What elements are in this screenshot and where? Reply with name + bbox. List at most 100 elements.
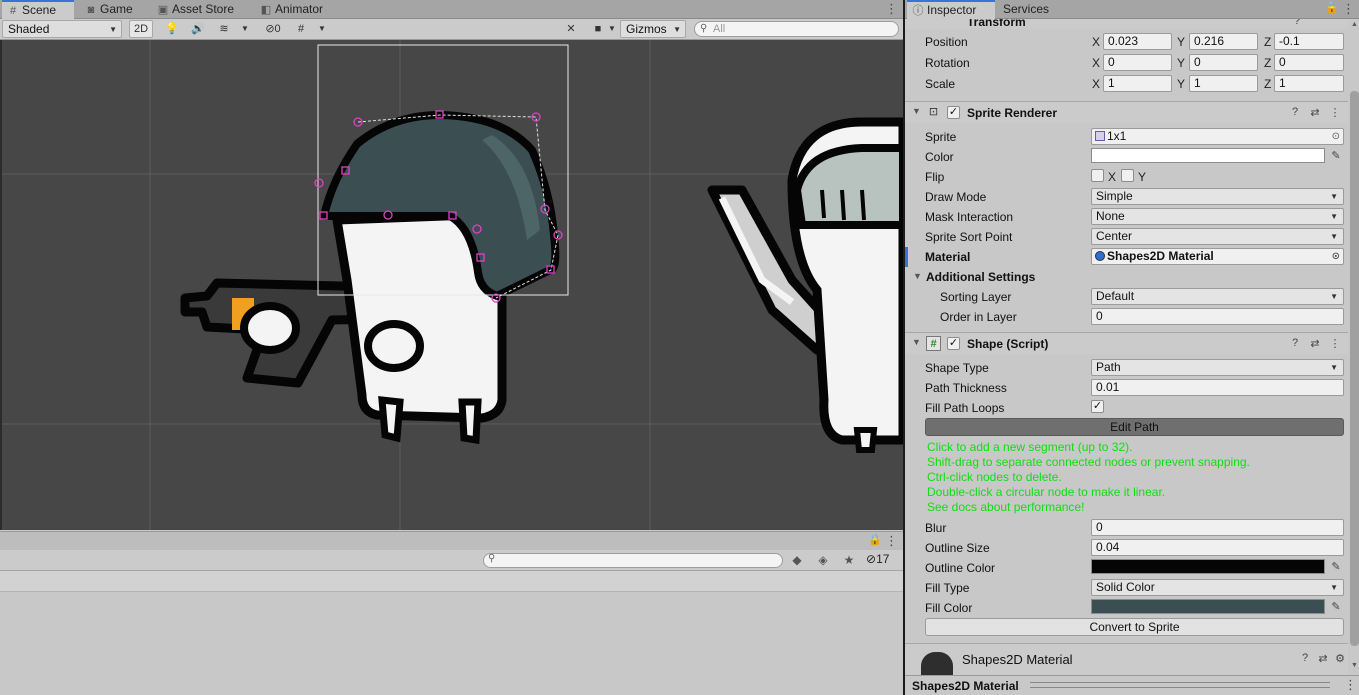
lock-icon[interactable]: 🔒	[1325, 0, 1339, 19]
hidden-objects-toggle[interactable]: ⊘0	[256, 20, 290, 38]
chevron-down-icon: ▼	[1330, 292, 1338, 301]
shape-script-enabled-checkbox[interactable]: ✓	[947, 337, 960, 350]
audio-icon[interactable]: 🔊	[188, 20, 208, 38]
color-swatch[interactable]	[1091, 148, 1325, 163]
scale-x-field[interactable]: 1	[1103, 75, 1172, 92]
additional-settings-foldout[interactable]: Additional Settings	[926, 270, 1035, 284]
draw-mode-dropdown[interactable]: Shaded ▼	[2, 20, 122, 38]
resize-grip[interactable]	[1030, 682, 1330, 688]
fold-arrow-icon[interactable]: ▼	[912, 106, 921, 116]
sprite-sort-point-dropdown[interactable]: Center ▼	[1091, 228, 1344, 245]
fold-arrow-icon[interactable]: ▼	[913, 271, 922, 281]
preview-more-icon[interactable]: ⋮	[1344, 677, 1357, 693]
scale-y-field[interactable]: 1	[1189, 75, 1258, 92]
eyedropper-icon[interactable]: ✎	[1329, 560, 1343, 573]
eyedropper-icon[interactable]: ✎	[1329, 600, 1343, 613]
filter-by-type-icon[interactable]: ◆	[786, 551, 808, 569]
inspector-more-icon[interactable]: ⋮	[1342, 0, 1355, 19]
path-thickness-field[interactable]: 0.01	[1091, 379, 1344, 396]
object-picker-icon[interactable]: ⊙	[1332, 129, 1340, 144]
fill-path-loops-checkbox[interactable]: ✓	[1091, 400, 1104, 413]
tab-asset-store[interactable]: ▣ Asset Store	[152, 0, 242, 19]
grid-snap-icon[interactable]: #	[291, 20, 311, 38]
scene-more-icon[interactable]: ⋮	[885, 0, 898, 19]
component-more-icon[interactable]: ⋮	[1328, 337, 1342, 350]
grid-dropdown-icon[interactable]: ▼	[315, 20, 329, 38]
sprite-renderer-icon: ⊡	[928, 106, 939, 118]
shape-script-header[interactable]: ▼ # ✓ Shape (Script) ? ⇄ ⋮	[905, 332, 1348, 354]
outline-color-swatch[interactable]	[1091, 559, 1325, 574]
tab-game[interactable]: ◙ Game	[80, 0, 150, 19]
convert-to-sprite-button[interactable]: Convert to Sprite	[925, 618, 1344, 636]
rotation-x-field[interactable]: 0	[1103, 54, 1172, 71]
shape-type-dropdown[interactable]: Path ▼	[1091, 359, 1344, 376]
scroll-down-icon[interactable]: ▼	[1350, 662, 1359, 669]
fill-color-swatch[interactable]	[1091, 599, 1325, 614]
draw-mode-dropdown[interactable]: Simple ▼	[1091, 188, 1344, 205]
rotation-z-field[interactable]: 0	[1274, 54, 1344, 71]
sprite-renderer-enabled-checkbox[interactable]: ✓	[947, 106, 960, 119]
component-more-icon[interactable]: ⋮	[1328, 106, 1342, 119]
help-icon[interactable]: ?	[1290, 19, 1304, 27]
search-icon: ⚲	[700, 23, 708, 34]
eyedropper-icon[interactable]: ✎	[1329, 149, 1343, 162]
scrollbar-thumb[interactable]	[1350, 91, 1359, 646]
position-x-field[interactable]: 0.023	[1103, 33, 1172, 50]
lower-more-icon[interactable]: ⋮	[885, 532, 898, 551]
flip-x-checkbox[interactable]	[1091, 169, 1104, 182]
toggle-2d-button[interactable]: 2D	[129, 20, 153, 38]
scene-toolbar: Shaded ▼ 2D 💡 🔊 ≋ ▼ ⊘0 # ▼ ✕ ■ ▼ Gizmos ▼ …	[0, 19, 903, 40]
outline-size-field[interactable]: 0.04	[1091, 539, 1344, 556]
order-in-layer-field[interactable]: 0	[1091, 308, 1344, 325]
scroll-up-icon[interactable]: ▲	[1350, 21, 1359, 28]
filter-by-label-icon[interactable]: ◈	[812, 551, 834, 569]
inspector-scrollbar[interactable]: ▲ ▼	[1348, 19, 1359, 675]
edit-path-button[interactable]: Edit Path	[925, 418, 1344, 436]
preset-icon[interactable]: ⇄	[1308, 106, 1322, 119]
sprite-renderer-header[interactable]: ▼ ⊡ ✓ Sprite Renderer ? ⇄ ⋮	[905, 101, 1348, 123]
chevron-down-icon: ▼	[1330, 192, 1338, 201]
scene-search-input[interactable]: ⚲ All	[694, 21, 899, 37]
grid-icon: #	[9, 5, 17, 17]
camera-dropdown-icon[interactable]: ▼	[606, 20, 618, 38]
scene-viewport[interactable]	[0, 40, 903, 530]
sprite-object-field[interactable]: 1x1 ⊙	[1091, 128, 1344, 145]
fold-arrow-icon[interactable]: ▼	[912, 337, 921, 347]
chevron-down-icon: ▼	[673, 25, 681, 34]
lighting-icon[interactable]: 💡	[162, 20, 182, 38]
mask-interaction-dropdown[interactable]: None ▼	[1091, 208, 1344, 225]
project-search-input[interactable]: ⚲	[483, 553, 783, 568]
settings-gear-icon[interactable]: ⚙	[1333, 652, 1347, 665]
effects-dropdown-icon[interactable]: ▼	[238, 20, 252, 38]
help-icon[interactable]: ?	[1288, 337, 1302, 349]
preset-icon[interactable]: ⇄	[1316, 652, 1330, 665]
position-z-field[interactable]: -0.1	[1274, 33, 1344, 50]
blur-field[interactable]: 0	[1091, 519, 1344, 536]
hidden-packages-toggle[interactable]: ⊘17	[866, 552, 889, 566]
rotation-y-field[interactable]: 0	[1189, 54, 1258, 71]
camera-icon[interactable]: ■	[588, 20, 608, 38]
tab-services[interactable]: Services	[999, 0, 1069, 19]
position-y-field[interactable]: 0.216	[1189, 33, 1258, 50]
tab-animator[interactable]: ◧ Animator	[255, 0, 335, 19]
fill-type-dropdown[interactable]: Solid Color ▼	[1091, 579, 1344, 596]
scale-z-field[interactable]: 1	[1274, 75, 1344, 92]
tab-inspector[interactable]: ⓘ Inspector	[907, 0, 995, 19]
info-icon: ⓘ	[912, 5, 924, 17]
tab-scene[interactable]: # Scene	[2, 0, 74, 19]
material-preview-header[interactable]: Shapes2D Material ? ⇄ ⚙	[905, 643, 1348, 675]
flip-y-checkbox[interactable]	[1121, 169, 1134, 182]
tools-icon[interactable]: ✕	[561, 20, 581, 38]
sorting-layer-dropdown[interactable]: Default ▼	[1091, 288, 1344, 305]
help-icon[interactable]: ?	[1288, 106, 1302, 118]
material-object-field[interactable]: Shapes2D Material ⊙	[1091, 248, 1344, 265]
preset-icon[interactable]: ⇄	[1308, 337, 1322, 350]
gizmos-dropdown[interactable]: Gizmos ▼	[620, 20, 686, 38]
object-picker-icon[interactable]: ⊙	[1332, 249, 1340, 264]
transform-header[interactable]: Transform ?	[905, 19, 1348, 29]
soldier-sprite	[240, 210, 507, 445]
favorite-star-icon[interactable]: ★	[838, 551, 860, 569]
help-icon[interactable]: ?	[1298, 652, 1312, 664]
effects-icon[interactable]: ≋	[214, 20, 234, 38]
lock-icon[interactable]: 🔒	[868, 532, 882, 551]
